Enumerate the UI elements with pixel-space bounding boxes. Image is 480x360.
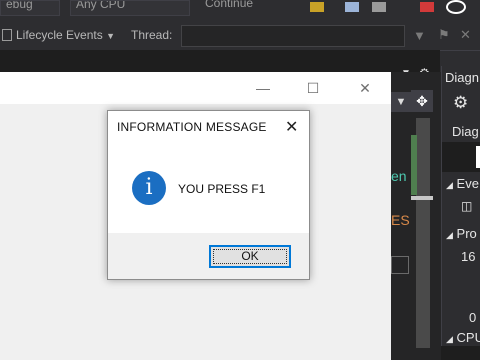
cpu-graph: [441, 346, 480, 360]
output-text-green: en: [391, 168, 407, 184]
chevron-down-icon: ▼: [106, 31, 115, 41]
app-window-titlebar: [0, 72, 391, 104]
lifecycle-events-dropdown[interactable]: Lifecycle Events ▼: [16, 28, 115, 42]
clear-filter-icon[interactable]: ✕: [460, 27, 471, 43]
thread-label: Thread:: [131, 28, 173, 42]
events-section-header[interactable]: ◢ Eve: [446, 176, 479, 191]
filter-icon[interactable]: ▼: [413, 28, 426, 43]
editor-band: [0, 50, 440, 72]
flag-icon[interactable]: ⚑: [438, 27, 450, 43]
restart-icon[interactable]: [446, 0, 466, 14]
lifecycle-events-label: Lifecycle Events: [16, 28, 103, 42]
timeline-marker: [476, 146, 480, 168]
pin-icon[interactable]: ✥: [411, 90, 433, 112]
events-label: Eve: [456, 176, 479, 191]
ok-button[interactable]: OK: [209, 245, 291, 268]
close-window-button[interactable]: ✕: [355, 80, 375, 97]
scrollbar-thumb[interactable]: [416, 118, 430, 348]
toolbar-icon-1[interactable]: [310, 2, 324, 12]
platform-dropdown[interactable]: Any CPU: [70, 0, 190, 16]
focus-rectangle: [213, 249, 287, 264]
continue-button[interactable]: Continue: [200, 0, 300, 16]
maximize-button[interactable]: ☐: [303, 80, 323, 97]
toolbar-icon-2[interactable]: [345, 2, 359, 12]
diagnostics-tab[interactable]: Diag: [452, 124, 479, 139]
toolbar-icon-3[interactable]: [372, 2, 386, 12]
cpu-label: CPU: [456, 330, 480, 345]
output-box: [391, 256, 409, 274]
toolbar-icon-4[interactable]: [420, 2, 434, 12]
memory-min-value: 0: [469, 310, 477, 325]
dialog-close-button[interactable]: ✕: [285, 117, 298, 137]
expand-icon: ◢: [446, 230, 453, 240]
solution-config-dropdown[interactable]: ebug: [0, 0, 60, 16]
dialog-message: YOU PRESS F1: [178, 182, 266, 196]
change-indicator-bar: [411, 135, 417, 195]
expand-icon: ◢: [446, 334, 453, 344]
cpu-section-header[interactable]: ◢ CPU: [446, 330, 480, 345]
pause-icon[interactable]: ◫: [461, 199, 472, 213]
platform-text: Any CPU: [76, 0, 126, 11]
continue-text: Continue: [205, 0, 254, 10]
solution-config-text: ebug: [6, 0, 33, 11]
thread-icon: [2, 29, 12, 41]
diagnostics-timeline: [442, 142, 480, 172]
process-memory-label: Pro: [456, 226, 477, 241]
settings-gear-icon[interactable]: ⚙: [453, 93, 468, 113]
expand-icon: ◢: [446, 180, 453, 190]
process-memory-header[interactable]: ◢ Pro: [446, 226, 477, 241]
dialog-title: INFORMATION MESSAGE: [117, 120, 267, 134]
diagnostic-tools-title: Diagn: [445, 70, 479, 85]
minimize-button[interactable]: —: [253, 80, 273, 96]
memory-max-value: 16: [461, 249, 476, 264]
info-icon: i: [132, 171, 166, 205]
output-text-orange: ES: [391, 212, 410, 228]
panel-dropdown-icon[interactable]: ▼: [391, 92, 411, 112]
scroll-marker: [411, 196, 433, 200]
thread-dropdown[interactable]: [181, 25, 405, 47]
